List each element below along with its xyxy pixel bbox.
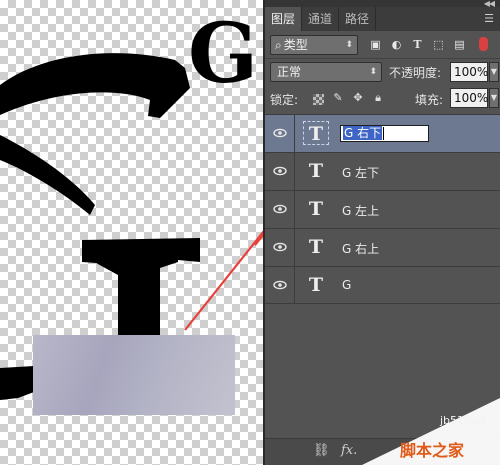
layers-panel: ◀◀ 图层 通道 路径 ☰ ⌕ 类型 ⬍ ▣ ◐ T ⬚ ▤ 正常 ⬍ 不透明度:… [263,0,500,465]
layer-row-g-bottom-right[interactable]: T G 右下 [265,114,500,152]
chevron-updown-icon: ⬍ [369,67,377,77]
layer-name: G 右上 [342,242,380,256]
lock-position-icon[interactable]: ✥ [351,91,365,105]
layer-row-g[interactable]: T G [265,266,500,304]
fill-dropdown-arrow[interactable]: ▼ [489,88,499,108]
opacity-input[interactable]: 100% [450,62,488,82]
layer-row-g-top-left[interactable]: T G 左上 [265,190,500,228]
visibility-toggle[interactable] [265,153,295,190]
type-layer-thumbnail: T [308,274,324,296]
text-caret [383,127,385,140]
lock-transparent-pixels-icon[interactable] [313,94,324,105]
opacity-label: 不透明度: [389,66,442,80]
panel-tabs: 图层 通道 路径 [265,7,500,31]
search-icon: ⌕ [275,38,282,52]
layer-row-g-top-right[interactable]: T G 右上 [265,228,500,266]
panel-top-strip: ◀◀ [265,0,500,8]
blend-mode-select[interactable]: 正常 ⬍ [270,62,382,82]
visibility-toggle[interactable] [265,267,295,304]
layer-name: G [342,278,352,292]
tab-channels[interactable]: 通道 [302,7,340,31]
lock-image-pixels-icon[interactable]: ✎ [331,91,345,105]
type-layer-thumbnail: T [308,236,324,258]
glyph-small-g: G [188,6,258,102]
layer-list: T G 右下 T G 左下 T G 左上 T G 右上 T G [265,114,500,304]
layer-name: G 左上 [342,204,380,218]
panel-divider [265,58,500,59]
eye-icon [273,166,287,176]
eye-icon [273,280,287,290]
lock-label: 锁定: [270,93,299,107]
filter-row: ⌕ 类型 ⬍ ▣ ◐ T ⬚ ▤ [265,33,500,57]
document-canvas[interactable]: G [0,0,263,465]
visibility-toggle[interactable] [265,191,295,228]
layer-filter-select[interactable]: ⌕ 类型 ⬍ [270,35,358,55]
link-icon[interactable]: ⛓ [313,443,330,458]
chevron-updown-icon: ⬍ [345,40,353,50]
layer-rename-input[interactable]: G 右下 [340,125,429,142]
adjustment-filter-icon[interactable]: ◐ [390,38,403,51]
type-layer-thumbnail: T [303,121,329,145]
visibility-toggle[interactable] [265,115,295,152]
smart-object-filter-icon[interactable]: ▤ [453,38,466,51]
tab-paths[interactable]: 路径 [339,7,377,31]
glyph-fragment [0,366,34,400]
layer-rename-selected-text: G 右下 [343,126,383,140]
glyph-curve-left [0,135,95,215]
glyph-letter-stem [82,238,200,350]
blend-row: 正常 ⬍ 不透明度: 100% ▼ [265,62,500,84]
opacity-dropdown-arrow[interactable]: ▼ [489,62,499,82]
layer-row-g-bottom-left[interactable]: T G 左下 [265,152,500,190]
eye-icon [273,204,287,214]
filter-select-label: 类型 [283,38,308,52]
type-layer-thumbnail: T [308,198,324,220]
type-layer-thumbnail: T [308,160,324,182]
filter-toggle-icon[interactable] [479,37,488,51]
shape-filter-icon[interactable]: ⬚ [432,38,445,51]
blend-mode-value: 正常 [277,65,302,79]
layer-name: G 左下 [342,166,380,180]
type-filter-icon[interactable]: T [411,38,424,51]
collapse-arrows-icon[interactable]: ◀◀ [484,0,495,8]
panel-bottom-bar: ⛓ fx. [265,438,500,465]
fill-label: 填充: [415,93,444,107]
panel-menu-icon[interactable]: ☰ [484,7,494,31]
eye-icon [273,242,287,252]
tab-layers[interactable]: 图层 [265,7,303,31]
visibility-toggle[interactable] [265,229,295,266]
lock-row: 锁定: ✎ ✥ 🔒︎ 填充: 100% ▼ [265,88,500,110]
image-filter-icon[interactable]: ▣ [369,38,382,51]
fx-icon[interactable]: fx. [341,443,357,458]
fill-input[interactable]: 100% [450,88,488,108]
glyph-arc-top [0,53,190,118]
lock-all-icon[interactable]: 🔒︎ [371,91,385,105]
blurred-redaction [33,335,235,415]
eye-icon [273,128,287,138]
